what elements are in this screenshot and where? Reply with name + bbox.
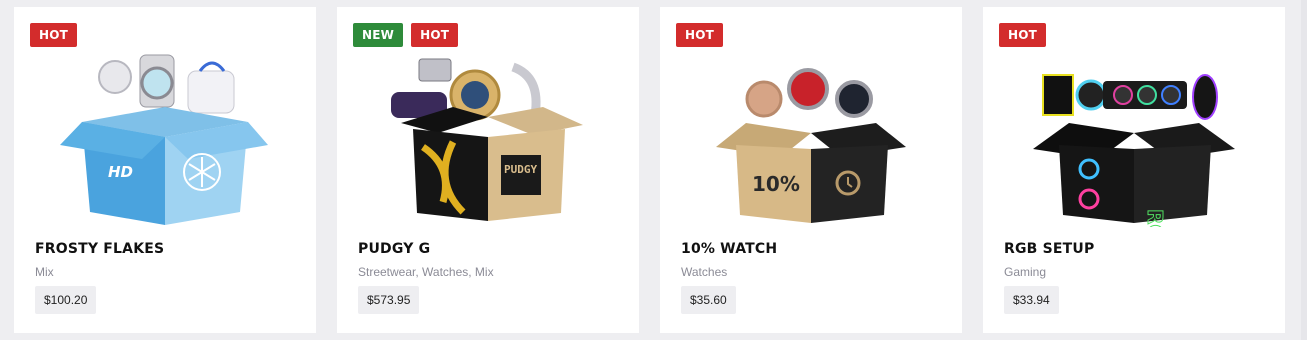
product-card-10-watch[interactable]: HOT 10% 10% WATCH Watches $35.60 (660, 7, 962, 333)
product-price: $100.20 (35, 286, 97, 314)
box-label: PUDGY G (504, 163, 551, 176)
product-price: $573.95 (358, 286, 420, 314)
product-name: 10% WATCH (681, 241, 778, 257)
product-category: Mix (35, 265, 54, 279)
rgb-box-icon: RGB (1033, 74, 1235, 227)
box-label: 10% (752, 172, 800, 196)
product-name: FROSTY FLAKES (35, 241, 165, 257)
product-name: PUDGY G (358, 241, 431, 257)
product-grid: HOT HD FROSTY FLAKES Mix $100.20 NEW HOT (14, 7, 1285, 333)
scrollbar[interactable] (1301, 0, 1307, 340)
watch-box-icon: 10% (716, 68, 906, 223)
box-label: RGB (1143, 209, 1167, 227)
pudgy-box-icon: PUDGY G (391, 58, 583, 221)
svg-text:HD: HD (108, 163, 133, 181)
product-card-rgb-setup[interactable]: HOT RGB RGB SETUP Gaming $33.94 (983, 7, 1285, 333)
product-category: Gaming (1004, 265, 1047, 279)
frosty-box-icon: HD (60, 54, 268, 225)
product-price: $35.60 (681, 286, 736, 314)
product-price: $33.94 (1004, 286, 1059, 314)
product-card-frosty-flakes[interactable]: HOT HD FROSTY FLAKES Mix $100.20 (14, 7, 316, 333)
product-card-pudgy-g[interactable]: NEW HOT PUDGY G PUDGY G Streetwear, Watc… (337, 7, 639, 333)
product-name: RGB SETUP (1004, 241, 1095, 257)
product-category: Watches (681, 265, 728, 279)
product-category: Streetwear, Watches, Mix (358, 265, 494, 279)
